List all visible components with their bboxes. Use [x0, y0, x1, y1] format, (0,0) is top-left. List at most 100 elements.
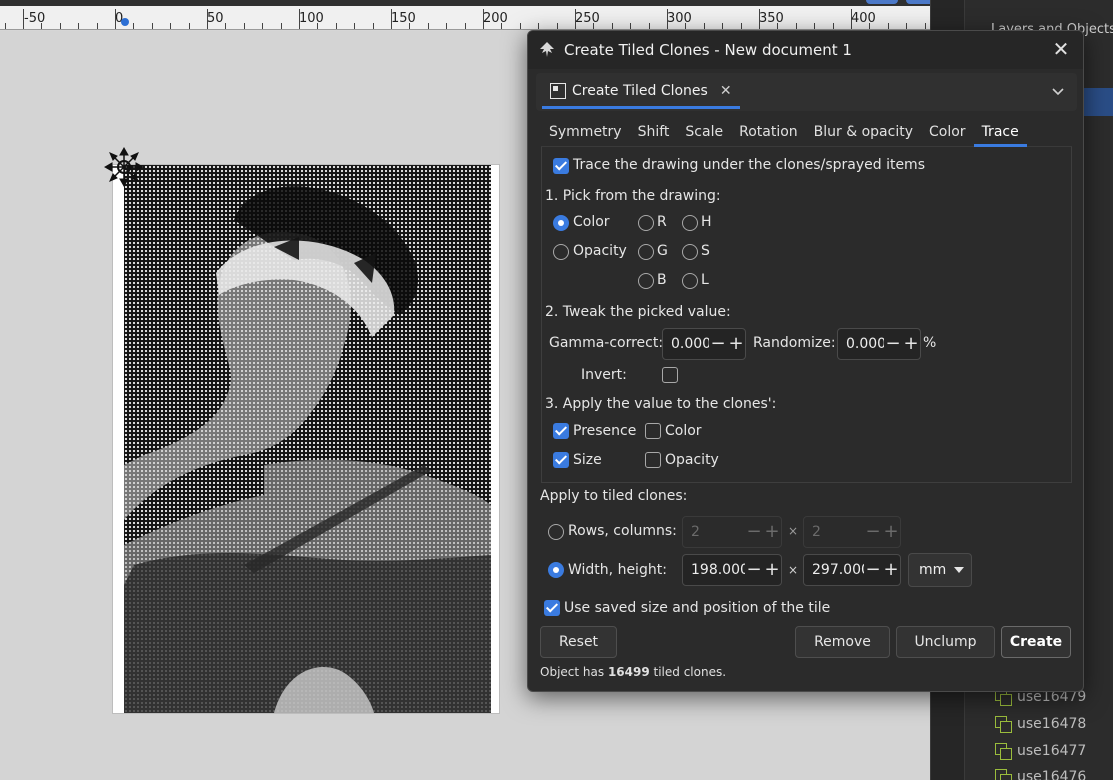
pick-l-radio[interactable]: [682, 273, 698, 289]
presence-checkbox[interactable]: [553, 423, 569, 439]
ruler-label: 400: [851, 11, 876, 26]
ruler-tick: [225, 23, 226, 29]
apply-color-checkbox[interactable]: [645, 423, 661, 439]
ruler-tick: [741, 23, 742, 29]
width-value[interactable]: 198.0000: [683, 562, 745, 578]
close-icon[interactable]: ✕: [1051, 39, 1071, 59]
randomize-unit: %: [923, 335, 937, 351]
ruler-tick: [281, 23, 282, 29]
height-value[interactable]: 297.0000: [804, 562, 864, 578]
create-button[interactable]: Create: [1001, 626, 1071, 658]
rows-value[interactable]: 2: [683, 524, 745, 540]
minus-icon[interactable]: −: [864, 523, 882, 541]
ruler-label: 250: [575, 11, 600, 26]
pick-r-radio[interactable]: [638, 215, 654, 231]
list-item[interactable]: use16477: [995, 738, 1086, 764]
minus-icon[interactable]: −: [745, 523, 763, 541]
list-item[interactable]: use16476: [995, 764, 1086, 780]
toolbar-button[interactable]: [866, 0, 898, 4]
pick-s-radio[interactable]: [682, 244, 698, 260]
section-tabs: Symmetry Shift Scale Rotation Blur & opa…: [541, 119, 1072, 147]
plus-icon[interactable]: +: [882, 561, 900, 579]
pick-g-label: G: [657, 243, 668, 259]
plus-icon[interactable]: +: [902, 335, 920, 353]
plus-icon[interactable]: +: [727, 335, 745, 353]
ruler-label: -50: [24, 11, 46, 26]
clone-icon: [995, 716, 1012, 733]
ruler-tick: [262, 23, 263, 29]
columns-value[interactable]: 2: [804, 524, 864, 540]
ruler-tick: [189, 23, 190, 29]
tab-trace[interactable]: Trace: [973, 119, 1027, 147]
randomize-value[interactable]: 0.000: [838, 336, 884, 352]
gamma-value[interactable]: 0.000: [663, 336, 709, 352]
randomize-label: Randomize:: [753, 335, 836, 351]
ruler-tick: [152, 23, 153, 29]
trace-drawing-checkbox[interactable]: [553, 158, 569, 174]
chevron-down-icon: [954, 567, 965, 573]
pick-heading: 1. Pick from the drawing:: [545, 188, 721, 204]
tweak-heading: 2. Tweak the picked value:: [545, 304, 731, 320]
apply-value-heading: 3. Apply the value to the clones':: [545, 396, 777, 412]
ruler-tick: [354, 23, 355, 29]
tab-blur-opacity[interactable]: Blur & opacity: [806, 119, 921, 147]
minus-icon[interactable]: −: [745, 561, 763, 579]
tab-symmetry[interactable]: Symmetry: [541, 119, 630, 147]
pick-opacity-radio[interactable]: [553, 244, 569, 260]
minus-icon[interactable]: −: [709, 335, 727, 353]
apply-opacity-checkbox[interactable]: [645, 452, 661, 468]
dialog-title: Create Tiled Clones - New document 1: [564, 41, 852, 59]
reset-button[interactable]: Reset: [540, 626, 617, 658]
ruler-label: 350: [759, 11, 784, 26]
width-height-radio[interactable]: [548, 562, 564, 578]
plus-icon[interactable]: +: [763, 561, 781, 579]
layer-label: use16477: [1017, 743, 1087, 759]
tab-scale[interactable]: Scale: [677, 119, 731, 147]
pick-b-radio[interactable]: [638, 273, 654, 289]
plus-icon[interactable]: +: [882, 523, 900, 541]
ruler-tick: [373, 23, 374, 29]
plus-icon[interactable]: +: [763, 523, 781, 541]
tab-create-tiled-clones[interactable]: Create Tiled Clones ✕: [542, 75, 740, 109]
pick-h-radio[interactable]: [682, 215, 698, 231]
use-saved-checkbox[interactable]: [544, 600, 560, 616]
randomize-stepper[interactable]: 0.000 − +: [837, 328, 921, 360]
list-item[interactable]: use16478: [995, 711, 1086, 737]
ruler-tick: [925, 23, 926, 29]
minus-icon[interactable]: −: [884, 335, 902, 353]
create-tiled-clones-dialog: Create Tiled Clones - New document 1 ✕ C…: [527, 30, 1084, 692]
close-icon[interactable]: ✕: [720, 83, 732, 99]
tab-rotation[interactable]: Rotation: [731, 119, 806, 147]
size-checkbox[interactable]: [553, 452, 569, 468]
unclump-button[interactable]: Unclump: [896, 626, 995, 658]
ruler-tick: [520, 23, 521, 29]
chevron-down-icon[interactable]: [1043, 77, 1073, 107]
ruler-tick: [78, 23, 79, 29]
apply-opacity-label: Opacity: [665, 452, 719, 468]
columns-stepper[interactable]: 2 − +: [803, 516, 901, 548]
gamma-stepper[interactable]: 0.000 − +: [662, 328, 746, 360]
size-label: Size: [573, 452, 602, 468]
ruler-tick: [557, 23, 558, 29]
dialog-titlebar[interactable]: Create Tiled Clones - New document 1 ✕: [528, 31, 1083, 69]
tab-color[interactable]: Color: [921, 119, 974, 147]
pick-r-label: R: [657, 214, 667, 230]
pick-g-radio[interactable]: [638, 244, 654, 260]
rows-columns-radio[interactable]: [548, 524, 564, 540]
height-stepper[interactable]: 297.0000 − +: [803, 554, 901, 586]
unit-select[interactable]: mm: [908, 553, 972, 587]
tab-shift[interactable]: Shift: [630, 119, 678, 147]
rows-stepper[interactable]: 2 − +: [682, 516, 782, 548]
transform-handle-icon[interactable]: [103, 146, 145, 188]
pick-opacity-label: Opacity: [573, 243, 627, 259]
traced-halftone-photo[interactable]: [124, 165, 491, 713]
presence-label: Presence: [573, 423, 637, 439]
minus-icon[interactable]: −: [864, 561, 882, 579]
ruler-label: 150: [391, 11, 416, 26]
layer-label: use16476: [1017, 769, 1087, 780]
width-stepper[interactable]: 198.0000 − +: [682, 554, 782, 586]
invert-checkbox[interactable]: [662, 367, 678, 383]
pick-color-radio[interactable]: [553, 215, 569, 231]
ruler-tick: [97, 23, 98, 29]
remove-button[interactable]: Remove: [795, 626, 890, 658]
